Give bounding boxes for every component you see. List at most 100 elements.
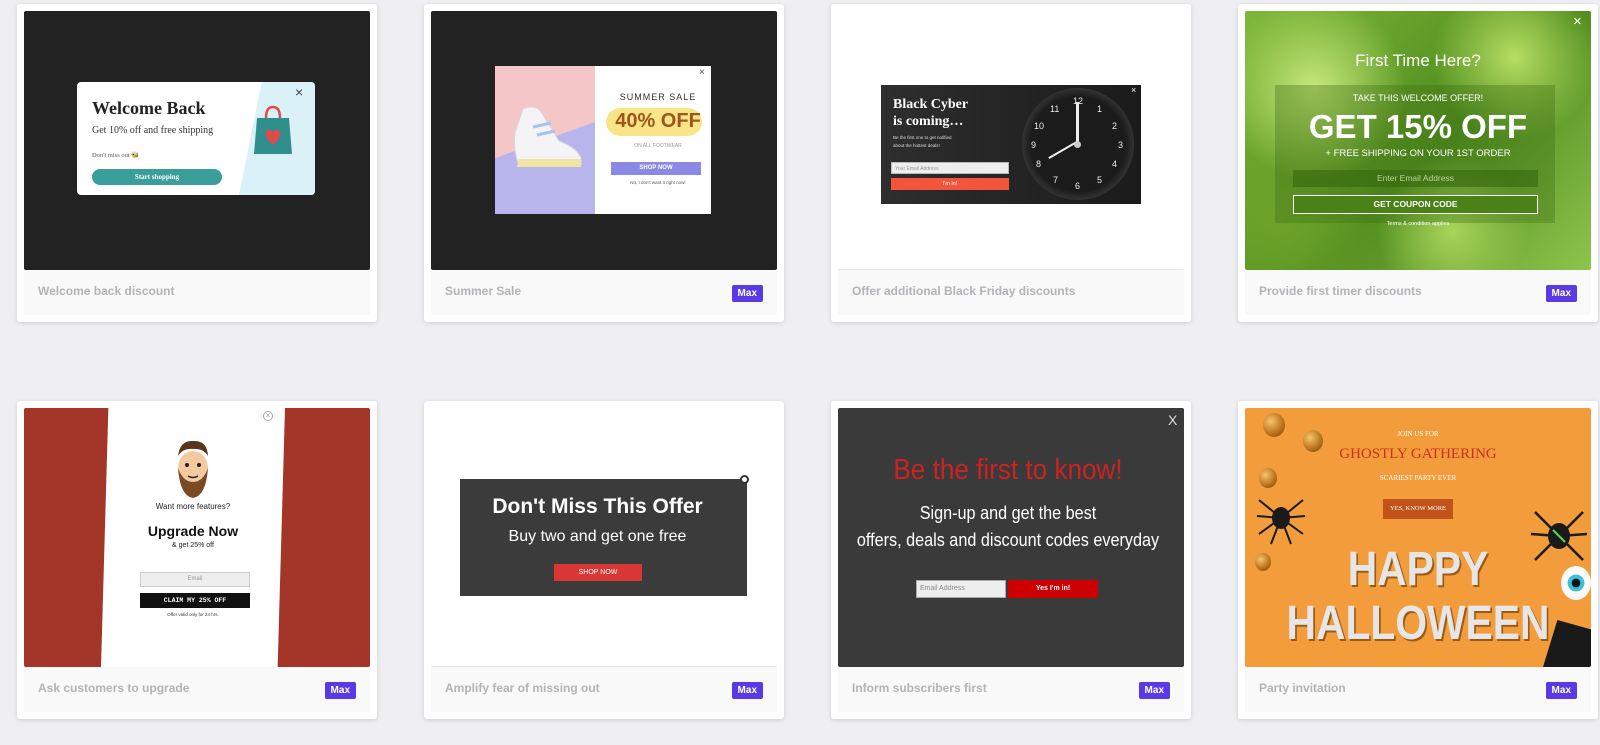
popup-heading: GHOSTLY GATHERING [1339, 446, 1497, 462]
clock-number: 8 [1036, 159, 1042, 169]
happy-text: HAPPY [1347, 543, 1489, 596]
popup-line2: offers, deals and discount codes everyda… [856, 530, 1160, 550]
max-plan-badge: Max [731, 682, 763, 699]
template-title: Offer additional Black Friday discounts [852, 284, 1076, 298]
template-card-party-invitation[interactable]: JOIN US FOR GHOSTLY GATHERING SCARIEST P… [1238, 401, 1598, 719]
popup-heading: Don't Miss This Offer [492, 495, 703, 518]
template-footer: Inform subscribers first Max [838, 667, 1184, 712]
template-card-inform-subscribers[interactable]: Be the first to know! Sign-up and get th… [831, 401, 1191, 719]
clock-number: 6 [1075, 181, 1081, 191]
template-title: Welcome back discount [38, 284, 175, 298]
halloween-text: HALLOWEEN [1286, 597, 1550, 650]
email-input: Email [140, 572, 250, 587]
popup-note: Offer valid only for 24 hrs. [167, 612, 219, 617]
popup-cta-button: GET COUPON CODE [1293, 195, 1538, 214]
popup-heading: First Time Here? [1355, 51, 1481, 70]
close-icon: × [295, 84, 304, 100]
template-footer: Provide first timer discounts Max [1245, 270, 1591, 315]
template-preview[interactable]: Be the first to know! Sign-up and get th… [838, 408, 1184, 667]
popup-cta-button: Yes I'm in! [1008, 580, 1098, 598]
template-card-welcome-back[interactable]: Welcome Back Get 10% off and free shippi… [17, 4, 377, 322]
popup-note: Don't miss out 🐝 [92, 152, 140, 159]
popup-cta-button: I'm in! [891, 178, 1009, 190]
clock-number: 3 [1118, 140, 1124, 150]
close-icon: × [699, 67, 705, 78]
popup-body-line2: about the hottest deals! [893, 143, 940, 148]
clock-number: 7 [1053, 175, 1059, 185]
template-title: Amplify fear of missing out [445, 681, 600, 695]
template-preview[interactable]: Don't Miss This Offer Buy two and get on… [431, 408, 777, 667]
template-title: Inform subscribers first [852, 681, 987, 695]
popup-eyebrow: TAKE THIS WELCOME OFFER! [1352, 93, 1484, 103]
template-preview[interactable]: Welcome Back Get 10% off and free shippi… [24, 11, 370, 270]
template-footer: Summer Sale Max [431, 270, 777, 315]
eyeball-decoration-icon [1561, 566, 1591, 600]
popup-subtitle: Buy two and get one free [508, 528, 687, 545]
popup-image-panel [495, 66, 595, 214]
popup-offer: GET 15% OFF [1308, 108, 1528, 145]
clock-number: 5 [1097, 175, 1103, 185]
popup-line1: Sign-up and get the best [919, 503, 1097, 523]
popup-heading: Be the first to know! [893, 454, 1123, 486]
template-card-fomo[interactable]: Don't Miss This Offer Buy two and get on… [424, 401, 784, 719]
close-icon [740, 475, 749, 484]
clock-number: 1 [1097, 104, 1103, 114]
template-footer: Party invitation Max [1245, 667, 1591, 712]
popup-heading-line2: is coming… [893, 114, 964, 129]
popup-subtitle: + FREE SHIPPING ON YOUR 1ST ORDER [1325, 148, 1511, 159]
popup-cta-button: CLAIM MY 25% OFF [140, 593, 250, 608]
popup-eyebrow: JOIN US FOR [1397, 430, 1439, 438]
template-title: Party invitation [1259, 681, 1346, 695]
template-title: Provide first timer discounts [1259, 284, 1422, 298]
clock-number: 2 [1112, 121, 1118, 131]
popup-preview: Don't Miss This Offer Buy two and get on… [460, 475, 749, 596]
popup-cta-button: SHOP NOW [611, 162, 701, 175]
template-footer: Offer additional Black Friday discounts [838, 270, 1184, 315]
template-card-summer-sale[interactable]: SUMMER SALE 40% OFF ON ALL FOOTWEAR SHOP… [424, 4, 784, 322]
clock-number: 9 [1031, 140, 1037, 150]
template-preview[interactable]: Want more features? Upgrade Now & get 25… [24, 408, 370, 667]
max-plan-badge: Max [1545, 682, 1577, 699]
popup-subtitle: ON ALL FOOTWEAR [634, 143, 682, 149]
popup-offer: 40% OFF [615, 110, 701, 132]
template-title: Ask customers to upgrade [38, 681, 190, 695]
popup-cta-button: YES, KNOW MORE [1383, 499, 1453, 519]
popup-decline-link: No, I don't want it right now! [630, 180, 686, 185]
template-preview[interactable]: JOIN US FOR GHOSTLY GATHERING SCARIEST P… [1245, 408, 1591, 667]
popup-cta-button: SHOP NOW [554, 564, 642, 581]
popup-heading: SUMMER SALE [619, 92, 697, 102]
max-plan-badge: Max [731, 285, 763, 302]
clock-number: 10 [1034, 121, 1045, 131]
template-title: Summer Sale [445, 284, 522, 298]
email-input: Email Address [916, 580, 1006, 598]
template-footer: Ask customers to upgrade Max [24, 667, 370, 712]
popup-terms: Terms & condition applies [1386, 221, 1450, 227]
popup-preview: SUMMER SALE 40% OFF ON ALL FOOTWEAR SHOP… [495, 66, 711, 214]
max-plan-badge: Max [1138, 682, 1170, 699]
popup-subtitle: & get 25% off [172, 542, 214, 549]
popup-preview: Welcome Back Get 10% off and free shippi… [77, 82, 315, 195]
template-footer: Amplify fear of missing out Max [431, 667, 777, 712]
template-card-upgrade[interactable]: Want more features? Upgrade Now & get 25… [17, 401, 377, 719]
clock-number: 11 [1050, 104, 1060, 114]
popup-cta-button: Start shopping [92, 169, 222, 185]
max-plan-badge: Max [1545, 285, 1577, 302]
clock-number: 4 [1112, 159, 1118, 169]
popup-prompt: Want more features? [155, 502, 231, 511]
template-card-black-friday[interactable]: Black Cyber is coming… Be the first one … [831, 4, 1191, 322]
popup-body-line1: Be the first one to get notified [893, 135, 952, 140]
template-preview[interactable]: SUMMER SALE 40% OFF ON ALL FOOTWEAR SHOP… [431, 11, 777, 270]
close-icon: × [263, 411, 273, 421]
template-preview[interactable]: First Time Here? TAKE THIS WELCOME OFFER… [1245, 11, 1591, 270]
close-icon: × [1131, 85, 1137, 95]
template-footer: Welcome back discount [24, 270, 370, 315]
template-card-first-timer[interactable]: First Time Here? TAKE THIS WELCOME OFFER… [1238, 4, 1598, 322]
clock-hour-hand [1048, 141, 1077, 159]
close-icon: X [1168, 412, 1178, 428]
max-plan-badge: Max [324, 682, 356, 699]
close-icon: × [1573, 13, 1582, 30]
clock-number: 12 [1073, 96, 1084, 106]
clock-center [1074, 141, 1081, 148]
clock-face: 12 1 2 3 4 5 6 7 8 9 10 11 [1022, 88, 1134, 200]
template-preview[interactable]: Black Cyber is coming… Be the first one … [838, 11, 1184, 270]
